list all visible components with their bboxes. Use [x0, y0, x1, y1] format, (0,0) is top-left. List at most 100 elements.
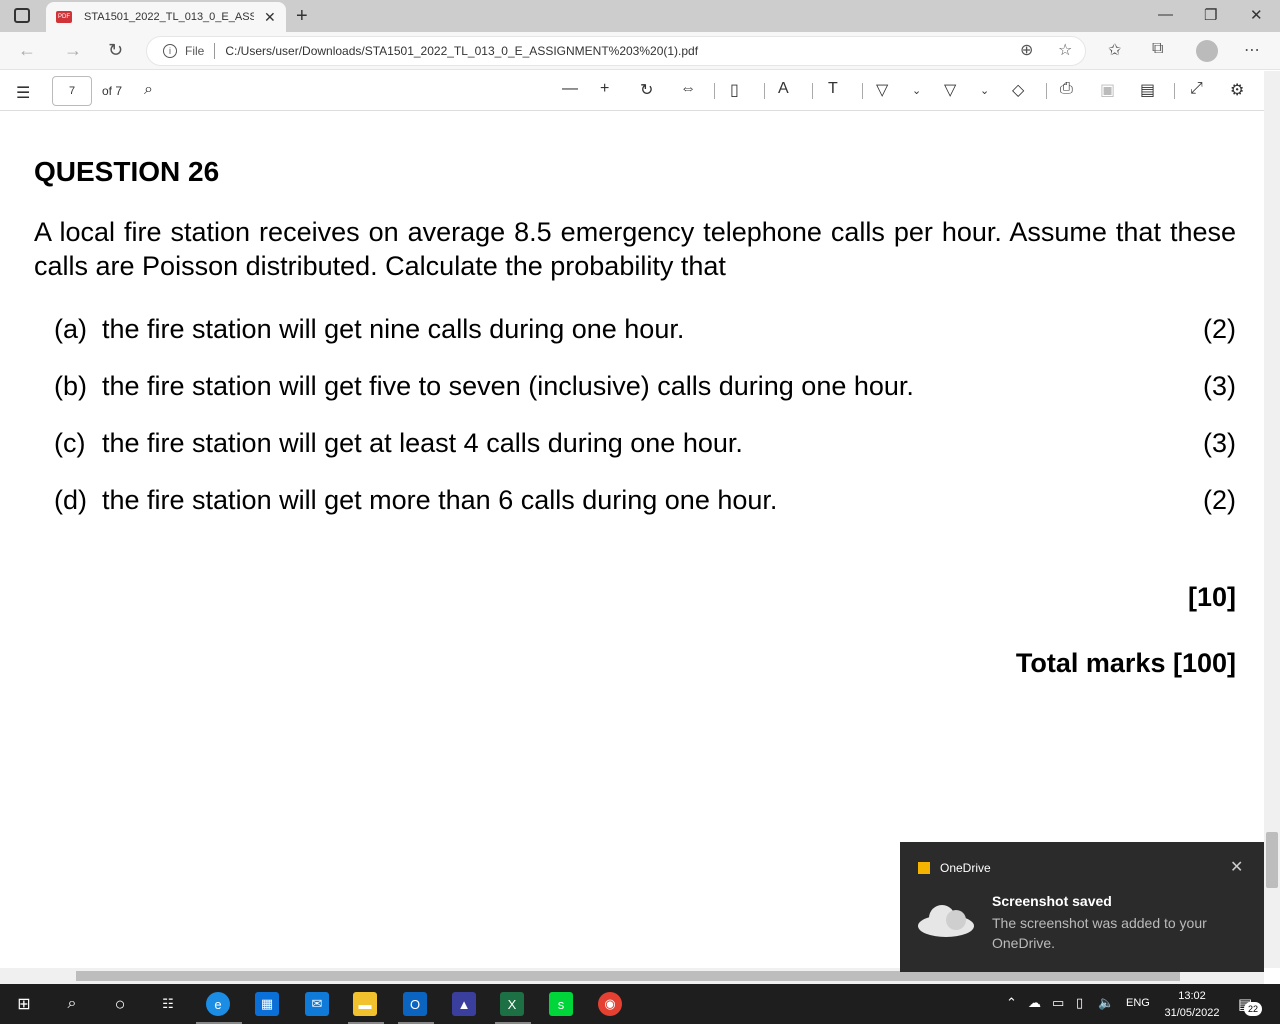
part-text: the fire station will get nine calls dur… [102, 314, 685, 344]
url-scheme-label: File [185, 44, 205, 58]
question-part: (d) the fire station will get more than … [54, 485, 1236, 516]
toolbar-divider [812, 83, 813, 99]
pdf-toolbar: ☰ 7 of 7 ⌕ — + ↻ ⇔ ▯ A T ▽ ⌄ ▽ ⌄ ◇ ⎙ ▣ ▤… [0, 71, 1280, 111]
url-text[interactable]: C:/Users/user/Downloads/STA1501_2022_TL_… [225, 44, 698, 58]
part-letter: (a) [54, 314, 87, 344]
favorites-icon[interactable]: ✩ [1108, 40, 1121, 60]
info-icon[interactable]: i [163, 44, 177, 58]
fullscreen-icon[interactable]: ⤢ [1190, 80, 1203, 98]
sage-icon[interactable]: s [549, 992, 573, 1016]
pdf-file-icon: PDF [56, 11, 72, 23]
vertical-scroll-thumb[interactable] [1266, 832, 1278, 888]
clock[interactable]: 13:02 31/05/2022 [1160, 988, 1224, 1022]
chrome-icon[interactable]: ◉ [598, 992, 622, 1016]
part-text: the fire station will get five to seven … [102, 371, 914, 401]
notification-close-icon[interactable]: ✕ [1230, 857, 1243, 877]
toolbar-divider [862, 83, 863, 99]
chevron-up-icon[interactable]: ⌃ [1006, 995, 1017, 1011]
part-marks: (3) [1203, 428, 1236, 458]
chevron-down-icon[interactable]: ⌄ [912, 84, 921, 97]
draw-icon[interactable]: ▽ [876, 80, 888, 100]
file-explorer-icon[interactable]: ▬ [353, 992, 377, 1016]
back-button[interactable]: ← [18, 40, 36, 61]
onedrive-tray-icon[interactable]: ☁ [1028, 995, 1041, 1011]
toolbar-divider [714, 83, 715, 99]
task-view-icon[interactable]: ☷ [156, 992, 180, 1016]
read-aloud-icon[interactable]: A [778, 80, 789, 98]
new-tab-button[interactable]: + [296, 5, 308, 28]
store-icon[interactable]: ▦ [255, 992, 279, 1016]
notification-count-badge: 22 [1244, 1002, 1262, 1016]
part-text: the fire station will get more than 6 ca… [102, 485, 778, 515]
address-bar-row: ← → ↻ i File C:/Users/user/Downloads/STA… [0, 32, 1280, 70]
edge-browser-icon[interactable]: e [206, 992, 230, 1016]
taskbar: ⊞ ⌕ ○ ☷ e ▦ ✉ ▬ O ▲ X s ◉ ⌃ ☁ ▭ ▯ 🔈 ENG … [0, 984, 1280, 1024]
minimize-button[interactable]: — [1158, 6, 1173, 23]
notification-body: The screenshot was added to your OneDriv… [992, 915, 1207, 951]
zoom-in-icon[interactable]: + [600, 80, 609, 98]
refresh-button[interactable]: ↻ [108, 40, 123, 61]
question-intro: A local fire station receives on average… [34, 217, 1236, 281]
tab-actions-icon[interactable] [14, 8, 30, 23]
tab-close-icon[interactable]: ✕ [264, 9, 276, 26]
toolbar-divider [1046, 83, 1047, 99]
language-indicator[interactable]: ENG [1126, 997, 1150, 1009]
title-bar: PDF STA1501_2022_TL_013_0_E_ASSIGNMENT%2… [0, 0, 1280, 32]
page-number-input[interactable]: 7 [52, 76, 92, 106]
page-total: of 7 [102, 84, 123, 98]
clock-date: 31/05/2022 [1164, 1007, 1220, 1019]
volume-icon[interactable]: 🔈 [1098, 995, 1114, 1011]
close-window-button[interactable]: ✕ [1250, 6, 1263, 24]
more-menu-icon[interactable]: ⋯ [1244, 40, 1260, 60]
rotate-icon[interactable]: ↻ [640, 80, 653, 100]
clock-time: 13:02 [1178, 990, 1206, 1002]
address-bar[interactable]: i File C:/Users/user/Downloads/STA1501_2… [146, 36, 1086, 66]
zoom-icon[interactable]: ⊕ [1020, 40, 1033, 60]
notification-title: Screenshot saved [992, 893, 1112, 909]
horizontal-scroll-thumb[interactable] [76, 971, 1180, 981]
search-icon[interactable]: ⌕ [60, 992, 84, 1016]
search-icon[interactable]: ⌕ [144, 81, 153, 99]
add-favorite-icon[interactable]: ☆ [1058, 40, 1072, 60]
save-as-icon[interactable]: ▤ [1140, 80, 1155, 100]
part-letter: (b) [54, 371, 87, 401]
chevron-down-icon[interactable]: ⌄ [980, 84, 989, 97]
network-icon[interactable]: ▭ [1052, 995, 1064, 1011]
collections-icon[interactable]: ⧉ [1152, 40, 1163, 58]
highlight-icon[interactable]: ▽ [944, 80, 956, 100]
cloud-icon [918, 905, 974, 937]
onedrive-notification[interactable]: OneDrive ✕ Screenshot saved The screensh… [900, 842, 1264, 972]
total-marks: Total marks [100] [1015, 648, 1236, 678]
section-total: [10] [1187, 582, 1236, 612]
save-icon: ▣ [1100, 82, 1116, 99]
print-icon[interactable]: ⎙ [1060, 80, 1073, 98]
part-marks: (3) [1203, 371, 1236, 401]
notification-app-name: OneDrive [940, 861, 991, 875]
zoom-out-icon[interactable]: — [562, 80, 578, 98]
excel-icon[interactable]: X [500, 992, 524, 1016]
eraser-icon[interactable]: ◇ [1012, 80, 1024, 100]
contents-icon[interactable]: ☰ [16, 83, 30, 103]
question-part: (a) the fire station will get nine calls… [54, 314, 1236, 345]
windows-start-icon[interactable]: ⊞ [12, 992, 36, 1016]
browser-tab[interactable]: PDF STA1501_2022_TL_013_0_E_ASSIGNMENT%2… [46, 2, 286, 32]
profile-avatar[interactable] [1196, 40, 1218, 62]
forward-button[interactable]: → [64, 40, 82, 61]
part-marks: (2) [1203, 314, 1236, 344]
page-view-icon[interactable]: ▯ [730, 80, 739, 100]
question-part: (c) the fire station will get at least 4… [54, 428, 1236, 459]
printer-app-icon[interactable]: ▲ [452, 992, 476, 1016]
mail-icon[interactable]: ✉ [305, 992, 329, 1016]
fit-width-icon[interactable]: ⇔ [680, 80, 696, 98]
outlook-icon[interactable]: O [403, 992, 427, 1016]
toolbar-divider [764, 83, 765, 99]
question-part: (b) the fire station will get five to se… [54, 371, 1236, 402]
tab-title: STA1501_2022_TL_013_0_E_ASSIGNMENT%203%2… [84, 11, 254, 23]
part-text: the fire station will get at least 4 cal… [102, 428, 743, 458]
cortana-icon[interactable]: ○ [108, 992, 132, 1016]
settings-gear-icon[interactable]: ⚙ [1230, 80, 1244, 100]
url-separator [214, 43, 216, 59]
text-box-icon[interactable]: T [828, 80, 838, 98]
battery-icon[interactable]: ▯ [1076, 995, 1083, 1011]
restore-button[interactable]: ❐ [1204, 6, 1217, 24]
